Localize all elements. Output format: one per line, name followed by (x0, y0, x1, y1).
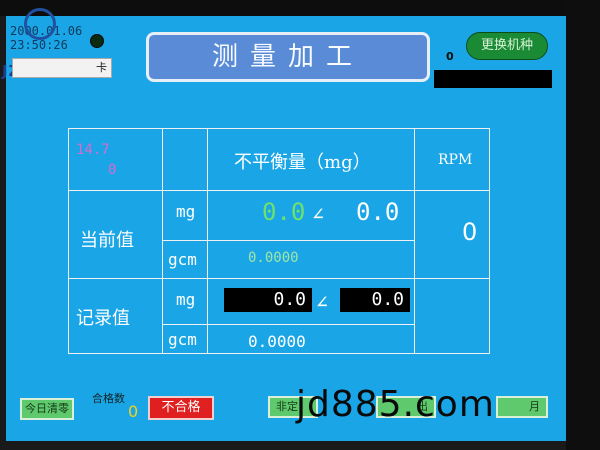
record-mg-angle: 0.0 (340, 288, 410, 312)
current-mg-angle: 0.0 (356, 198, 400, 226)
pass-count-label: 合格数 (92, 392, 125, 405)
monitor-bezel-top (0, 0, 600, 16)
unit-mg-record: mg (176, 290, 196, 309)
pink-value-2: 0 (108, 162, 117, 178)
card-button[interactable]: 卡 (12, 58, 112, 78)
status-indicator (90, 34, 104, 48)
pink-value-1: 14.7 (76, 142, 110, 158)
grid-line (68, 190, 490, 191)
pass-count-value: 0 (128, 402, 139, 421)
record-gcm-value: 0.0000 (248, 332, 306, 351)
status-bar-display (434, 70, 552, 88)
rpm-value: 0 (462, 218, 478, 246)
grid-line (162, 324, 415, 325)
record-value-label: 记录值 (76, 308, 130, 329)
unit-mg-current: mg (176, 202, 196, 221)
grid-line (207, 128, 208, 354)
pink-readout: 14.7 0 (76, 140, 116, 180)
grid-line (414, 128, 415, 354)
current-mg-value: 0.0 (262, 198, 306, 226)
menu-button[interactable]: 月 (496, 396, 548, 418)
fail-button[interactable]: 不合格 (148, 396, 214, 420)
clear-today-button[interactable]: 今日清零 (20, 398, 74, 420)
monitor-bezel-right (566, 0, 600, 450)
watermark-text: jd885.com (296, 384, 495, 425)
unit-gcm-record: gcm (168, 330, 197, 349)
grid-line (162, 240, 415, 241)
record-mg-value: 0.0 (224, 288, 312, 312)
current-value-label: 当前值 (80, 230, 134, 251)
current-gcm-value: 0.0000 (248, 250, 299, 266)
grid-line (68, 278, 490, 279)
grid-line (162, 128, 163, 354)
rpm-header: RPM (438, 152, 473, 168)
imbalance-header: 不平衡量（mg） (234, 152, 371, 173)
logo-mark-icon (24, 8, 56, 40)
current-angle-symbol: ∠ (312, 202, 325, 226)
page-title: 测量加工 (146, 32, 430, 82)
change-model-button[interactable]: 更换机种 (466, 32, 548, 60)
record-angle-symbol: ∠ (316, 290, 329, 314)
unit-gcm-current: gcm (168, 250, 197, 269)
top-counter: 0 (446, 50, 454, 63)
